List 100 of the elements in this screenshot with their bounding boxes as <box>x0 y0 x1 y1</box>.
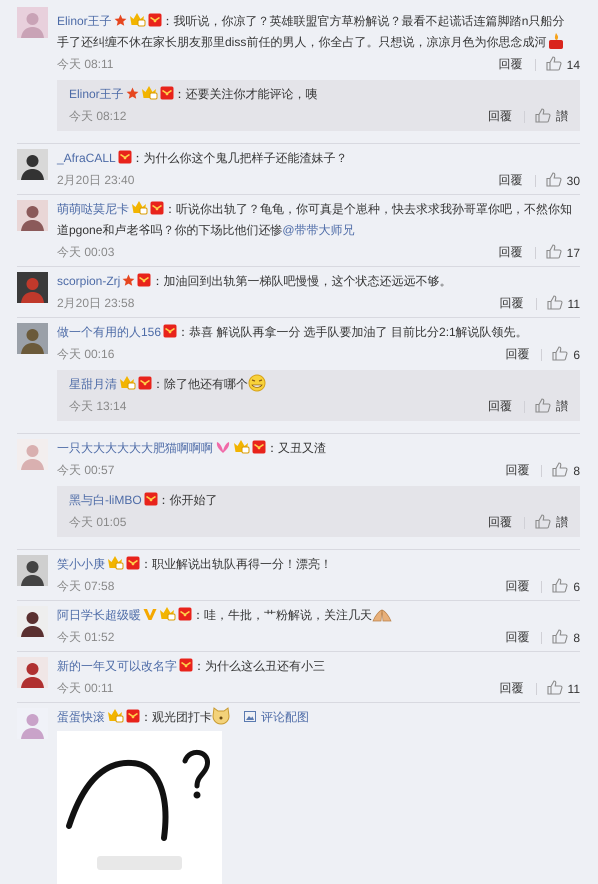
vip-icon <box>143 608 157 621</box>
comment-time: 今天 01:05 <box>69 514 126 531</box>
user-name-link[interactable]: 一只大大大大大大肥猫啊啊啊 <box>57 441 213 455</box>
thumbs-up-icon <box>546 295 563 310</box>
crown-icon <box>128 12 146 27</box>
user-name-link[interactable]: 蛋蛋快滚 <box>57 710 105 724</box>
thumbs-up-icon <box>535 514 551 529</box>
comment-time: 今天 08:11 <box>57 56 114 73</box>
comment-time: 今天 13:14 <box>69 398 126 415</box>
comment-text: ：为什么这么丑还有小三 <box>193 659 325 673</box>
mention-link[interactable]: @带带大师兄 <box>282 223 355 237</box>
comment-time: 今天 08:12 <box>69 108 126 125</box>
thumbs-up-icon <box>546 172 562 187</box>
thumbs-up-icon <box>546 56 562 71</box>
envelope-icon <box>179 658 193 672</box>
comment-time: 今天 01:52 <box>57 629 114 646</box>
reply-button[interactable]: 回覆 <box>505 462 530 479</box>
crown-icon <box>107 708 124 723</box>
dog-emoji-icon <box>212 707 230 725</box>
reply-button[interactable]: 回覆 <box>505 346 530 363</box>
envelope-icon <box>160 86 174 100</box>
envelope-icon <box>118 150 132 164</box>
comment-text: ：为什么你这个鬼几把样子还能渣妹子？ <box>132 151 348 165</box>
avatar[interactable] <box>17 555 48 586</box>
avatar[interactable] <box>17 149 48 180</box>
like-button[interactable]: 6 <box>552 580 580 594</box>
comment-time: 2月20日 23:40 <box>57 172 134 189</box>
reply-button[interactable]: 回覆 <box>500 295 524 312</box>
star-icon <box>122 274 136 287</box>
envelope-icon <box>252 440 266 454</box>
bunny-ears-icon <box>215 441 231 454</box>
reply-button[interactable]: 回覆 <box>498 172 523 189</box>
comment-time: 今天 00:57 <box>57 462 114 479</box>
envelope-icon <box>150 201 164 215</box>
like-button[interactable]: 8 <box>552 464 580 478</box>
reply-button[interactable]: 回覆 <box>498 56 523 73</box>
reply-button[interactable]: 回覆 <box>498 244 523 261</box>
crown-icon <box>107 555 124 570</box>
envelope-icon <box>148 13 162 27</box>
like-button[interactable]: 讃 <box>535 108 568 125</box>
envelope-icon <box>126 556 140 570</box>
reply-button[interactable]: 回覆 <box>505 629 530 646</box>
comment-text: ：除了他还有哪个 <box>152 377 248 391</box>
comment-text: 手了还纠缠不休在家长朋友那里diss前任的男人，你全占了。只想说，凉凉月色为你思念成河 <box>57 35 546 49</box>
thumbs-up-icon <box>535 398 551 413</box>
star-icon <box>114 14 127 27</box>
like-button[interactable]: 11 <box>546 296 580 310</box>
comment-text: ：哇，牛批，艹粉解说，关注几天 <box>192 608 372 622</box>
comment-text: ：我听说，你凉了？英雄联盟官方草粉解说？最看不起谎话连篇脚踏n只船分 <box>162 14 564 28</box>
user-name-link[interactable]: 新的一年又可以改名字 <box>57 659 177 673</box>
thumbs-up-icon <box>552 629 568 644</box>
envelope-icon <box>137 273 152 287</box>
envelope-icon <box>163 324 178 338</box>
like-button[interactable]: 6 <box>552 348 580 362</box>
avatar[interactable] <box>17 657 48 688</box>
crown-icon <box>131 200 148 215</box>
reply-button[interactable]: 回覆 <box>488 514 512 531</box>
user-name-link[interactable]: Elinor王子 <box>69 87 124 101</box>
reply-button[interactable]: 回覆 <box>488 398 512 415</box>
user-name-link[interactable]: 萌萌哒莫尼卡 <box>57 202 129 216</box>
comment-text: ：恭喜 解说队再拿一分 选手队要加油了 目前比分2:1解说队领先。 <box>177 325 528 339</box>
user-name-link[interactable]: 做一个有用的人156 <box>57 325 162 339</box>
comment-text: ：你开始了 <box>158 493 218 507</box>
envelope-icon <box>144 492 158 506</box>
like-button[interactable]: 讃 <box>535 398 568 415</box>
user-name-link[interactable]: 黑与白-liMBO <box>69 493 142 507</box>
user-name-link[interactable]: 阿日学长超级暖 <box>57 608 141 622</box>
praying-hands-emoji-icon <box>372 607 392 623</box>
comment-text: ：听说你出轨了？龟龟，你可真是个崽种，快去求求我孙哥罩你吧，不然你知 <box>164 202 572 216</box>
like-button[interactable]: 30 <box>546 174 580 188</box>
comment-text: 道pgone和卢老爷吗？你的下场比他们还惨@带带大师兄 <box>57 223 355 237</box>
reply-button[interactable]: 回覆 <box>488 108 512 125</box>
comment-text: ：职业解说出轨队再得一分！漂亮！ <box>140 557 332 571</box>
like-button[interactable]: 17 <box>546 246 580 260</box>
like-button[interactable]: 讃 <box>535 514 568 531</box>
comment-time: 今天 00:11 <box>57 680 114 697</box>
user-name-link[interactable]: _AfraCALL <box>57 151 116 165</box>
reply-button[interactable]: 回覆 <box>500 680 524 697</box>
envelope-icon <box>138 376 152 390</box>
thumbs-up-icon <box>546 680 563 695</box>
thumbs-up-icon <box>552 462 568 477</box>
avatar[interactable] <box>17 606 48 637</box>
avatar[interactable] <box>17 200 48 231</box>
star-icon <box>126 87 139 100</box>
user-name-link[interactable]: 笑小小庚 <box>57 557 105 571</box>
thumbs-up-icon <box>552 346 568 361</box>
envelope-icon <box>126 709 140 723</box>
user-name-link[interactable]: Elinor王子 <box>57 14 112 28</box>
comment-time: 今天 00:16 <box>57 346 114 363</box>
comment-image-link[interactable]: 评论配图 <box>244 710 309 724</box>
user-name-link[interactable]: scorpion-Zrj <box>57 274 120 288</box>
like-button[interactable]: 11 <box>546 682 580 696</box>
comment-text: ：还要关注你才能评论，咦 <box>174 87 318 101</box>
crown-icon <box>159 606 176 621</box>
user-name-link[interactable]: 星甜月清 <box>69 377 117 391</box>
like-button[interactable]: 14 <box>546 58 580 72</box>
like-button[interactable]: 8 <box>552 630 580 644</box>
comment-time: 2月20日 23:58 <box>57 295 134 312</box>
reply-button[interactable]: 回覆 <box>505 578 530 595</box>
image-icon <box>244 711 256 722</box>
